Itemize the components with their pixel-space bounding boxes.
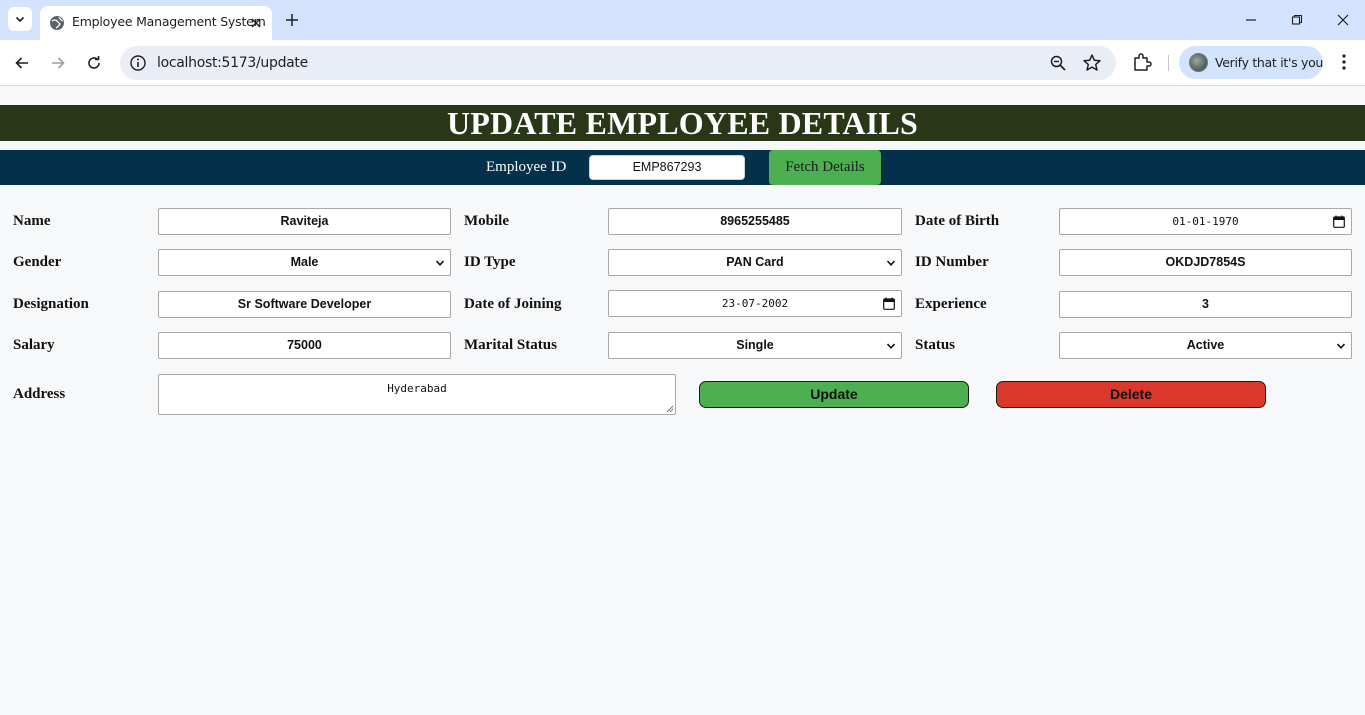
experience-input[interactable]: 3 (1059, 291, 1352, 318)
name-input[interactable]: Raviteja (158, 208, 451, 235)
doj-value: 23-07-2002 (721, 297, 789, 310)
marital-status-value: Single (736, 338, 774, 352)
chevron-down-icon (435, 260, 445, 266)
id-number-input[interactable]: OKDJD7854S (1059, 249, 1352, 276)
arrow-left-icon (15, 57, 28, 69)
fetch-details-button[interactable]: Fetch Details (769, 150, 881, 185)
employee-id-label: Employee ID (486, 159, 567, 175)
close-icon (251, 18, 261, 28)
mobile-label: Mobile (464, 213, 509, 229)
dob-input[interactable]: 01-01-1970 (1059, 208, 1352, 235)
close-window-button[interactable] (1331, 8, 1355, 32)
back-button[interactable] (10, 51, 34, 75)
id-type-label: ID Type (464, 254, 516, 270)
salary-label: Salary (13, 337, 55, 353)
chevron-down-icon (1336, 343, 1346, 349)
update-button[interactable]: Update (699, 381, 969, 408)
browser-toolbar: localhost:5173/update Verify that it's y… (0, 40, 1365, 86)
address-bar[interactable]: localhost:5173/update (120, 46, 1116, 80)
chevron-down-icon (886, 260, 896, 266)
bookmark-star-icon[interactable] (1082, 53, 1102, 73)
experience-label: Experience (915, 296, 987, 312)
fetch-bar: Employee ID EMP867293 Fetch Details (0, 150, 1365, 185)
dob-label: Date of Birth (915, 213, 1000, 229)
salary-input[interactable]: 75000 (158, 332, 451, 359)
address-textarea[interactable]: Hyderabad (158, 374, 676, 415)
close-icon (1337, 14, 1349, 26)
minimize-icon (1246, 19, 1256, 21)
reload-icon (88, 56, 100, 69)
name-label: Name (13, 213, 51, 229)
address-label: Address (13, 386, 66, 402)
title-banner: UPDATE EMPLOYEE DETAILS (0, 105, 1365, 141)
url-text[interactable]: localhost:5173/update (157, 55, 308, 71)
chevron-down-icon (15, 16, 25, 23)
reload-button[interactable] (82, 51, 106, 75)
employee-id-input[interactable]: EMP867293 (589, 155, 745, 180)
status-select[interactable]: Active (1059, 332, 1352, 359)
address-value: Hyderabad (387, 382, 447, 395)
chevron-down-icon (886, 343, 896, 349)
delete-button[interactable]: Delete (996, 381, 1266, 408)
arrow-right-icon (52, 57, 65, 69)
toolbar-divider (1168, 55, 1169, 71)
status-value: Active (1186, 338, 1225, 352)
mobile-input[interactable]: 8965255485 (608, 208, 902, 235)
id-number-label: ID Number (915, 254, 989, 270)
tab-close-button[interactable] (246, 13, 266, 33)
forward-button[interactable] (46, 51, 70, 75)
marital-status-select[interactable]: Single (608, 332, 902, 359)
extensions-icon[interactable] (1131, 51, 1153, 73)
page-title: UPDATE EMPLOYEE DETAILS (446, 104, 919, 141)
gender-value: Male (290, 255, 319, 269)
restore-icon (1291, 14, 1303, 25)
doj-label: Date of Joining (464, 296, 562, 312)
gender-select[interactable]: Male (158, 249, 451, 276)
calendar-icon[interactable] (1333, 215, 1345, 228)
zoom-icon[interactable] (1049, 54, 1067, 72)
plus-icon (286, 14, 298, 26)
profile-text: Verify that it's you (1215, 55, 1324, 70)
designation-label: Designation (13, 296, 89, 312)
browser-menu-button[interactable] (1333, 51, 1355, 73)
more-vert-icon (1342, 54, 1346, 70)
page-content: UPDATE EMPLOYEE DETAILS Employee ID EMP8… (0, 87, 1365, 715)
browser-tab[interactable]: Employee Management System (40, 6, 272, 40)
profile-chip[interactable]: Verify that it's you (1179, 46, 1323, 79)
status-label: Status (915, 337, 956, 353)
new-tab-button[interactable] (281, 9, 303, 31)
resize-handle-icon[interactable] (666, 405, 674, 413)
tab-title: Employee Management System (72, 14, 266, 29)
minimize-button[interactable] (1239, 8, 1263, 32)
doj-input[interactable]: 23-07-2002 (608, 290, 902, 317)
calendar-icon[interactable] (883, 297, 895, 310)
dob-value: 01-01-1970 (1172, 215, 1239, 228)
tab-search-button[interactable] (8, 7, 32, 31)
id-type-select[interactable]: PAN Card (608, 249, 902, 276)
restore-button[interactable] (1285, 8, 1309, 32)
browser-tab-strip: Employee Management System (0, 0, 1365, 40)
designation-input[interactable]: Sr Software Developer (158, 291, 451, 318)
site-info-icon[interactable] (129, 54, 147, 72)
gender-label: Gender (13, 254, 62, 270)
globe-icon (50, 16, 64, 30)
marital-status-label: Marital Status (464, 337, 557, 353)
id-type-value: PAN Card (726, 255, 784, 269)
avatar (1189, 53, 1208, 72)
